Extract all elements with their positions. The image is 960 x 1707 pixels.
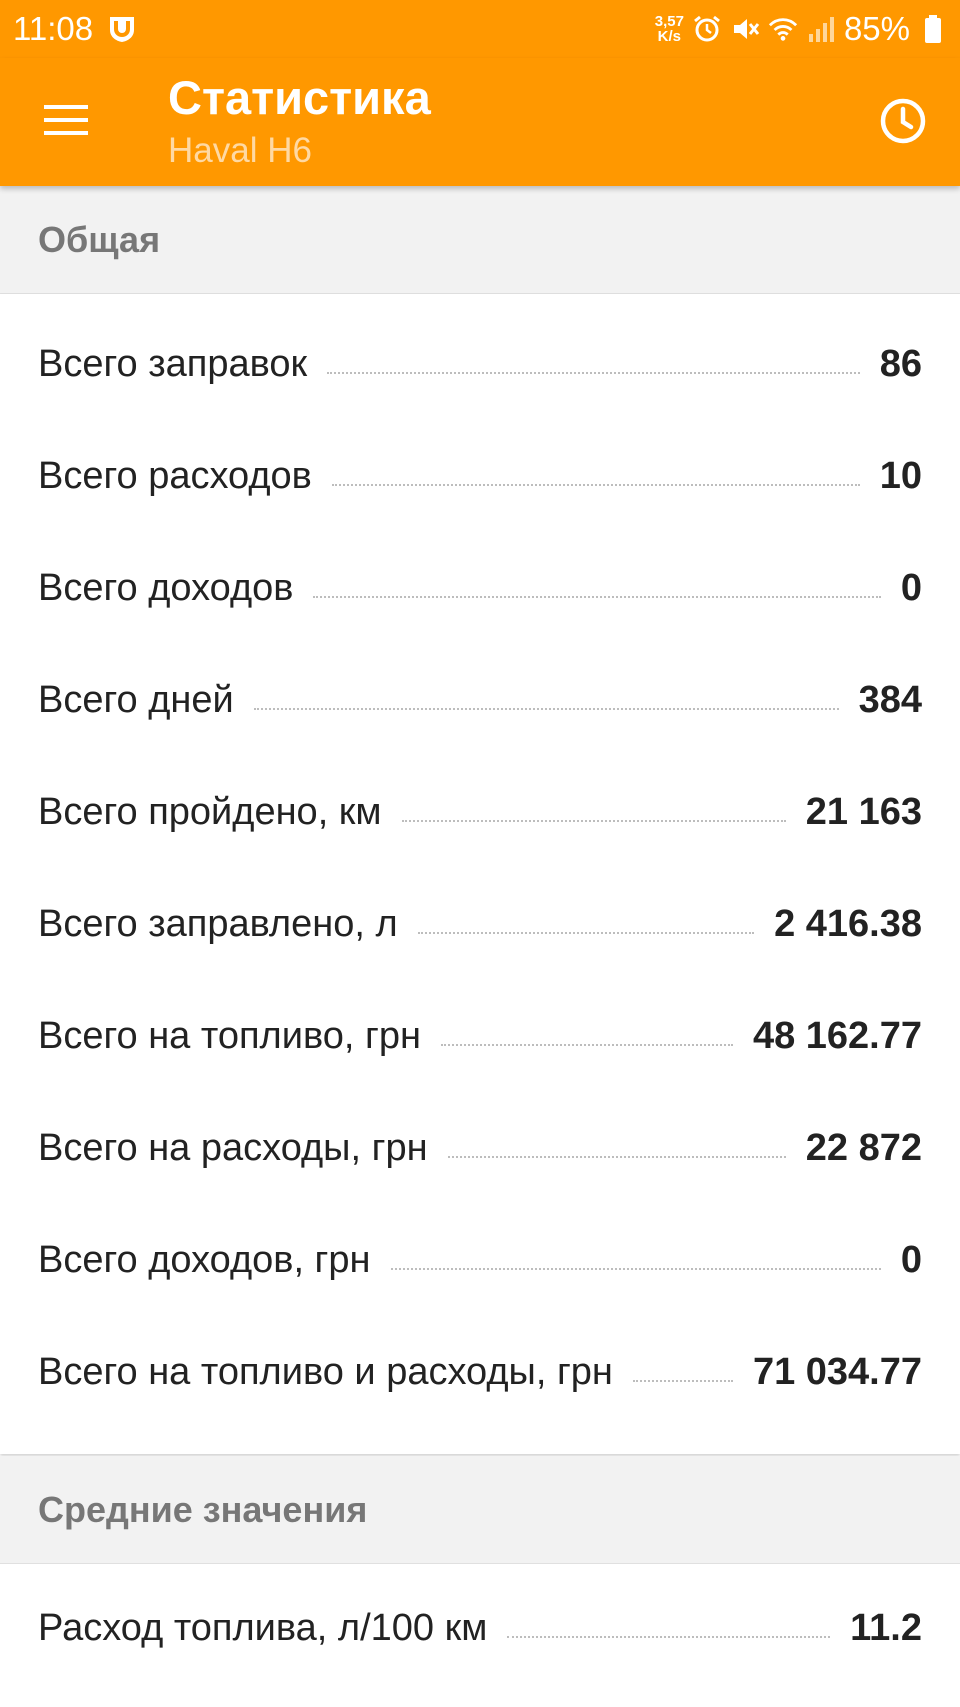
battery-icon	[918, 14, 948, 44]
mute-icon	[730, 14, 760, 44]
net-speed-value: 3,57	[654, 13, 684, 30]
section-header-general: Общая	[0, 186, 960, 294]
section-title: Средние значения	[38, 1488, 368, 1530]
dotted-leader	[507, 1636, 831, 1638]
stat-value: 0	[900, 1238, 922, 1281]
stat-value: 22 872	[805, 1126, 922, 1169]
stat-row-incomes-count: Всего доходов 0	[0, 532, 960, 644]
section-general: Всего заправок 86 Всего расходов 10 Всег…	[0, 294, 960, 1454]
stat-row-days: Всего дней 384	[0, 644, 960, 756]
page-title: Статистика	[168, 71, 431, 124]
app-bar-titles: Статистика Haval H6	[168, 68, 431, 174]
stat-value: 86	[879, 342, 922, 385]
dotted-leader	[632, 1380, 733, 1382]
stat-label: Всего пройдено, км	[38, 790, 382, 833]
stat-label: Всего на топливо, грн	[38, 1014, 421, 1057]
menu-button[interactable]	[36, 96, 96, 144]
app-screen: 11:08 3,57 K/s 85% Статистика Haval H6 О…	[0, 0, 960, 1707]
stat-row-distance: Всего пройдено, км 21 163	[0, 756, 960, 868]
dotted-leader	[401, 820, 786, 822]
section-title: Общая	[38, 218, 161, 260]
stat-row-fuel-liters: Всего заправлено, л 2 416.38	[0, 868, 960, 980]
clock-icon	[880, 98, 926, 144]
dotted-leader	[417, 932, 755, 934]
stat-row-fuel-consumption: Расход топлива, л/100 км 11.2	[0, 1572, 960, 1684]
stat-value: 10	[879, 454, 922, 497]
alarm-icon	[692, 14, 722, 44]
stat-label: Всего дней	[38, 678, 234, 721]
stat-label: Всего расходов	[38, 454, 312, 497]
stat-value: 384	[858, 678, 922, 721]
stat-value: 48 162.77	[752, 1014, 922, 1057]
status-bar-left: 11:08	[13, 10, 137, 48]
status-bar-right: 3,57 K/s 85%	[655, 10, 948, 48]
dotted-leader	[447, 1156, 786, 1158]
net-speed-unit: K/s	[657, 28, 681, 45]
stat-value: 2 416.38	[774, 902, 922, 945]
history-button[interactable]	[874, 92, 932, 150]
stat-label: Всего доходов	[38, 566, 294, 609]
status-time: 11:08	[13, 10, 94, 47]
section-averages: Расход топлива, л/100 км 11.2	[0, 1564, 960, 1707]
dotted-leader	[253, 708, 839, 710]
section-header-averages: Средние значения	[0, 1456, 960, 1564]
stat-label: Всего заправлено, л	[38, 902, 398, 945]
stat-label: Всего на расходы, грн	[38, 1126, 428, 1169]
stat-row-total-cost: Всего на топливо и расходы, грн 71 034.7…	[0, 1316, 960, 1428]
stat-value: 21 163	[805, 790, 922, 833]
dotted-leader	[313, 596, 881, 598]
shield-u-icon	[107, 14, 137, 44]
stat-row-refuels: Всего заправок 86	[0, 308, 960, 420]
app-bar: Статистика Haval H6	[0, 58, 960, 186]
stat-label: Всего заправок	[38, 342, 308, 385]
status-bar: 11:08 3,57 K/s 85%	[0, 0, 960, 58]
stat-label: Всего на топливо и расходы, грн	[38, 1350, 613, 1393]
dotted-leader	[390, 1268, 881, 1270]
stat-value: 0	[900, 566, 922, 609]
stat-label: Расход топлива, л/100 км	[38, 1606, 488, 1649]
stat-row-expenses-cost: Всего на расходы, грн 22 872	[0, 1092, 960, 1204]
dotted-leader	[327, 372, 860, 374]
dotted-leader	[440, 1044, 733, 1046]
battery-percent: 85%	[843, 10, 910, 47]
signal-icon	[806, 14, 836, 44]
net-speed-indicator: 3,57 K/s	[655, 14, 684, 44]
stat-row-incomes-cost: Всего доходов, грн 0	[0, 1204, 960, 1316]
stat-value: 71 034.77	[752, 1350, 922, 1393]
dotted-leader	[331, 484, 860, 486]
stat-value: 11.2	[850, 1606, 922, 1649]
hamburger-menu-icon	[44, 105, 88, 135]
stat-label: Всего доходов, грн	[38, 1238, 371, 1281]
stat-row-expenses-count: Всего расходов 10	[0, 420, 960, 532]
vehicle-subtitle: Haval H6	[168, 131, 312, 170]
wifi-icon	[768, 14, 798, 44]
stat-row-fuel-cost: Всего на топливо, грн 48 162.77	[0, 980, 960, 1092]
